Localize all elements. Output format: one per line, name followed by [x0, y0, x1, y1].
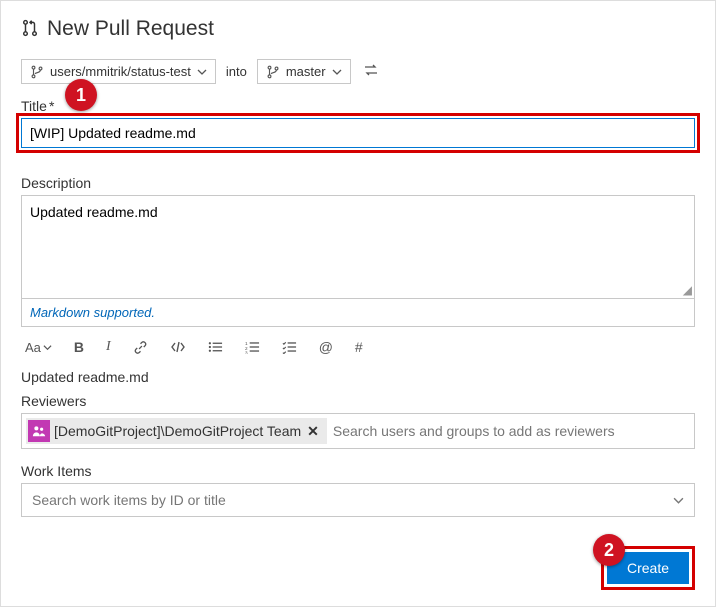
reviewers-placeholder: Search users and groups to add as review… [333, 423, 615, 439]
description-textarea[interactable]: Updated readme.md [22, 196, 694, 286]
pull-request-icon [21, 19, 39, 40]
branch-icon [266, 65, 280, 79]
workitems-input[interactable]: Search work items by ID or title [21, 483, 695, 517]
tag-button[interactable]: # [355, 339, 363, 355]
title-input[interactable] [21, 118, 695, 148]
source-branch-select[interactable]: users/mmitrik/status-test [21, 59, 216, 84]
reviewer-chip-label: [DemoGitProject]\DemoGitProject Team [54, 423, 301, 439]
link-button[interactable] [133, 340, 148, 355]
team-avatar-icon [28, 420, 50, 442]
checklist-icon [282, 340, 297, 354]
numbered-list-icon: 123 [245, 340, 260, 354]
italic-button[interactable]: I [106, 339, 111, 355]
workitems-field-label: Work Items [21, 463, 695, 479]
code-icon [170, 340, 186, 354]
numbered-list-button[interactable]: 123 [245, 340, 260, 354]
remove-reviewer-button[interactable]: ✕ [307, 423, 319, 440]
description-preview: Updated readme.md [21, 369, 695, 385]
callout-badge-1: 1 [65, 79, 97, 111]
bullet-list-button[interactable] [208, 340, 223, 354]
reviewers-field-label: Reviewers [21, 393, 695, 409]
reviewers-input[interactable]: [DemoGitProject]\DemoGitProject Team ✕ S… [21, 413, 695, 449]
chevron-down-icon [197, 67, 207, 77]
reviewer-chip: [DemoGitProject]\DemoGitProject Team ✕ [26, 418, 327, 444]
branch-icon [30, 65, 44, 79]
text-size-button[interactable]: Aa [25, 340, 52, 355]
checklist-button[interactable] [282, 340, 297, 354]
mention-button[interactable]: @ [319, 339, 333, 355]
description-field-label: Description [21, 175, 695, 191]
link-icon [133, 340, 148, 355]
target-branch-select[interactable]: master [257, 59, 351, 84]
markdown-supported-link[interactable]: Markdown supported. [21, 299, 695, 327]
bullet-list-icon [208, 340, 223, 354]
resize-grip-icon[interactable]: ◢ [22, 286, 694, 298]
required-marker: * [49, 98, 54, 114]
source-branch-label: users/mmitrik/status-test [50, 64, 191, 79]
callout-badge-2: 2 [593, 534, 625, 566]
target-branch-label: master [286, 64, 326, 79]
swap-branches-button[interactable] [361, 61, 381, 82]
chevron-down-icon [673, 495, 684, 506]
code-button[interactable] [170, 340, 186, 354]
page-title: New Pull Request [47, 17, 214, 41]
chevron-down-icon [332, 67, 342, 77]
workitems-placeholder: Search work items by ID or title [32, 492, 226, 508]
into-label: into [226, 64, 247, 79]
bold-button[interactable]: B [74, 339, 84, 355]
title-field-label: Title [21, 98, 47, 114]
svg-text:3: 3 [245, 351, 248, 355]
callout-highlight-1 [16, 113, 700, 153]
chevron-down-icon [43, 343, 52, 352]
